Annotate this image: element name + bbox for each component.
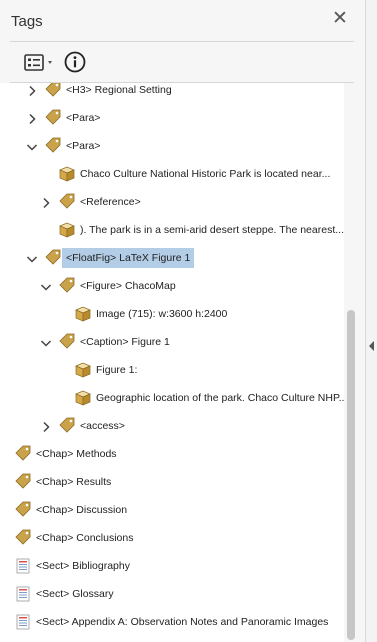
close-icon[interactable]: ✕ — [331, 9, 349, 28]
panel-collapse-icon[interactable] — [369, 338, 375, 351]
info-button[interactable] — [64, 51, 86, 73]
chevron-right-icon[interactable] — [26, 112, 38, 125]
tree-row-label: Image (715): w:3600 h:2400 — [96, 308, 228, 320]
tree-row-label: <Sect> Glossary — [36, 588, 114, 600]
tree-row-label: <Chap> Results — [36, 476, 112, 488]
tree-row[interactable]: <Chap> Methods — [0, 441, 344, 467]
content-icon — [74, 361, 92, 379]
tree-row[interactable]: Image (715): w:3600 h:2400 — [0, 301, 344, 327]
chevron-right-icon[interactable] — [40, 420, 52, 433]
tree-row[interactable]: <Sect> Appendix A: Observation Notes and… — [0, 609, 344, 635]
options-menu-button[interactable] — [24, 53, 58, 73]
tree-row-label: Chaco Culture National Historic Park is … — [80, 168, 331, 180]
tree-row[interactable]: Geographic location of the park. Chaco C… — [0, 385, 344, 411]
tree-row[interactable]: <Chap> Results — [0, 469, 344, 495]
chevron-down-icon[interactable] — [40, 336, 52, 348]
scrollbar-thumb[interactable] — [347, 310, 355, 640]
tree-row-label: <FloatFig> LaTeX Figure 1 — [62, 248, 195, 268]
tag-icon — [58, 417, 76, 435]
toolbar — [0, 42, 366, 82]
options-list-icon — [24, 54, 52, 71]
sect-icon — [14, 557, 32, 575]
tag-icon — [14, 473, 32, 491]
tree-row[interactable]: <Caption> Figure 1 — [0, 329, 344, 355]
info-icon — [64, 51, 86, 73]
tree-row-label: <Chap> Discussion — [36, 504, 128, 516]
panel-title: Tags — [11, 13, 43, 30]
tag-icon — [58, 193, 76, 211]
content-icon — [74, 389, 92, 407]
tag-icon — [14, 529, 32, 547]
tree-row[interactable]: <Sect> Glossary — [0, 581, 344, 607]
tree-row[interactable]: <Chap> Discussion — [0, 497, 344, 523]
tree-row[interactable]: <H3> Regional Setting — [0, 83, 344, 103]
tree-row-label: <Para> — [66, 112, 101, 124]
tree-row[interactable]: <Sect> Bibliography — [0, 553, 344, 579]
tag-icon — [58, 333, 76, 351]
tree-row[interactable]: <Figure> ChacoMap — [0, 273, 344, 299]
tag-tree: <H3> Regional Setting <Para> <Para> Chaco C… — [0, 83, 344, 642]
tag-icon — [58, 277, 76, 295]
chevron-right-icon[interactable] — [40, 196, 52, 209]
tag-icon — [14, 445, 32, 463]
panel-header: Tags ✕ — [0, 0, 366, 44]
tree-row-label: <Sect> Bibliography — [36, 560, 130, 572]
tree-row-label: <Figure> ChacoMap — [80, 280, 176, 292]
tree-row-label: <access> — [80, 420, 125, 432]
content-icon — [58, 221, 76, 239]
tree-row[interactable]: <access> — [0, 413, 344, 439]
tag-icon — [44, 249, 62, 267]
tag-icon — [14, 501, 32, 519]
tree-row-label: ). The park is in a semi-arid desert ste… — [80, 224, 344, 236]
tag-icon — [44, 83, 62, 99]
chevron-down-icon[interactable] — [40, 280, 52, 292]
content-icon — [58, 165, 76, 183]
tree-row-label: <Caption> Figure 1 — [80, 336, 170, 348]
tree-row[interactable]: <Reference> — [0, 189, 344, 215]
tag-icon — [44, 137, 62, 155]
tree-row-label: <H3> Regional Setting — [66, 84, 172, 96]
tree-row-label: <Sect> Appendix A: Observation Notes and… — [36, 616, 329, 628]
chevron-down-icon[interactable] — [26, 140, 38, 152]
content-icon — [74, 305, 92, 323]
tree-row[interactable]: <Chap> Conclusions — [0, 525, 344, 551]
tree-row-label: <Chap> Conclusions — [36, 532, 134, 544]
chevron-down-icon[interactable] — [26, 252, 38, 264]
tree-row-label: <Para> — [66, 140, 101, 152]
tags-panel: Tags ✕ <H3> Regional Setting <Para> <Para>… — [0, 0, 366, 642]
sect-icon — [14, 613, 32, 631]
tree-row[interactable]: <FloatFig> LaTeX Figure 1 — [0, 245, 344, 271]
tree-row[interactable]: Figure 1: — [0, 357, 344, 383]
tree-row[interactable]: Chaco Culture National Historic Park is … — [0, 161, 344, 187]
tree-row-label: <Reference> — [80, 196, 141, 208]
tree-row-label: Figure 1: — [96, 364, 138, 376]
chevron-right-icon[interactable] — [26, 84, 38, 97]
tree-row-label: <Chap> Methods — [36, 448, 117, 460]
tag-icon — [44, 109, 62, 127]
tree-row[interactable]: <Para> — [0, 105, 344, 131]
tree-row[interactable]: ). The park is in a semi-arid desert ste… — [0, 217, 344, 243]
sect-icon — [14, 585, 32, 603]
tree-row[interactable]: <Para> — [0, 133, 344, 159]
tree-row-label: Geographic location of the park. Chaco C… — [96, 392, 344, 404]
